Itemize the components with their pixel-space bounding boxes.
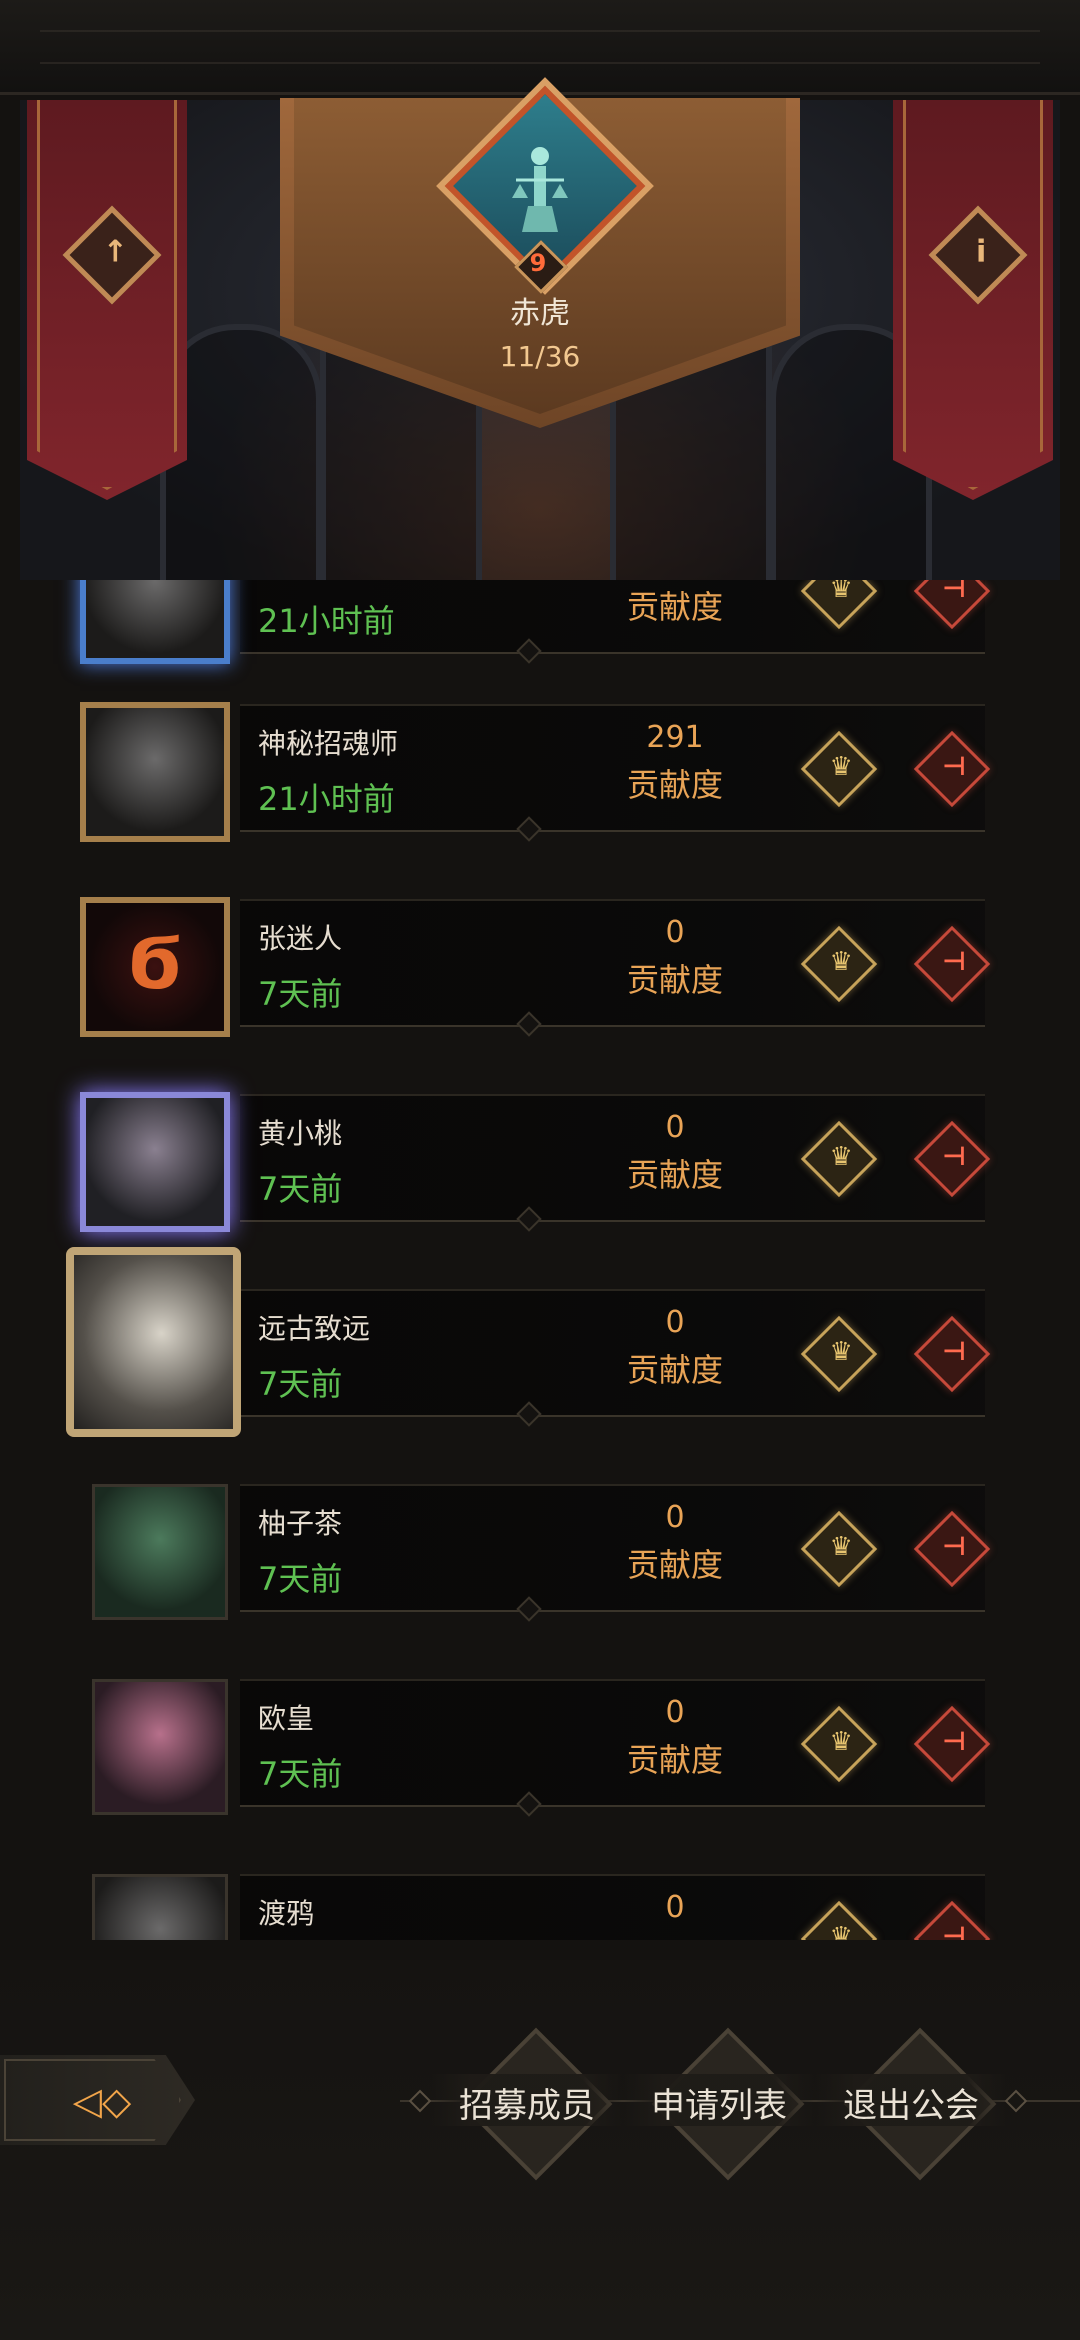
top-frame	[0, 0, 1080, 95]
avatar[interactable]	[92, 1484, 228, 1620]
kick-door-icon: ⊣	[942, 1531, 966, 1562]
right-banner: i	[893, 100, 1053, 500]
member-row[interactable]: 神秘招魂师 21小时前 291 贡献度 ♛ ⊣	[0, 692, 1080, 842]
recruit-members-button[interactable]: 招募成员	[432, 2027, 622, 2181]
contribution-label: 贡献度	[626, 1351, 723, 1389]
arrow-up-icon[interactable]: ↑	[62, 205, 162, 305]
member-name: 远古致远	[258, 1312, 371, 1345]
member-name: 张迷人	[258, 922, 343, 955]
recruit-members-label: 招募成员	[459, 2086, 595, 2126]
kick-door-icon: ⊣	[942, 1141, 966, 1172]
member-last-online: 7天前	[258, 975, 343, 1013]
avatar[interactable]	[92, 1679, 228, 1815]
rune-icon: Ϭ	[128, 923, 182, 1005]
member-name: 渡鸦	[258, 1897, 315, 1930]
contribution-value: 291	[646, 720, 704, 755]
member-last-online: 7天前	[258, 1365, 343, 1403]
guild-level-badge: 9	[514, 240, 568, 294]
member-row[interactable]: 渡鸦 0 ♛ ⊣	[0, 1862, 1080, 1940]
contribution-value: 0	[665, 1305, 685, 1340]
scales-figure-icon	[512, 147, 568, 232]
avatar[interactable]	[92, 1874, 228, 1940]
contribution-value: 0	[665, 1110, 685, 1145]
back-arrow-icon: ◁◇	[72, 2079, 132, 2123]
member-name: 黄小桃	[258, 1117, 343, 1150]
member-list[interactable]: 21小时前 贡献度 ♛ ⊣ 神秘招魂师 21小时前 291 贡献度 ♛ ⊣ Ϭ …	[0, 580, 1080, 1940]
crown-promote-icon: ♛	[829, 1921, 853, 1940]
crown-promote-icon: ♛	[829, 580, 853, 604]
kick-door-icon: ⊣	[942, 580, 966, 604]
avatar[interactable]: Ϭ	[80, 897, 230, 1037]
member-last-online: 7天前	[258, 1170, 343, 1208]
contribution-label: 贡献度	[626, 961, 723, 999]
leave-guild-button[interactable]: 退出公会	[816, 2027, 1006, 2181]
member-name: 柚子茶	[258, 1507, 343, 1540]
contribution-value: 0	[665, 1500, 685, 1535]
contribution-label: 贡献度	[626, 1546, 723, 1584]
member-row[interactable]: 欧皇 7天前 0 贡献度 ♛ ⊣	[0, 1667, 1080, 1817]
kick-door-icon: ⊣	[942, 1921, 966, 1940]
member-row[interactable]: 黄小桃 7天前 0 贡献度 ♛ ⊣	[0, 1082, 1080, 1232]
crown-promote-icon: ♛	[829, 946, 853, 977]
guild-name: 赤虎	[510, 296, 570, 331]
kick-door-icon: ⊣	[942, 1336, 966, 1367]
avatar[interactable]	[80, 580, 230, 664]
member-last-online: 21小时前	[258, 602, 395, 640]
info-icon[interactable]: i	[928, 205, 1028, 305]
crown-promote-icon: ♛	[829, 1531, 853, 1562]
crown-promote-icon: ♛	[829, 1336, 853, 1367]
kick-door-icon: ⊣	[942, 751, 966, 782]
avatar[interactable]	[80, 702, 230, 842]
avatar[interactable]	[66, 1247, 241, 1437]
crown-promote-icon: ♛	[829, 751, 853, 782]
member-name: 欧皇	[258, 1702, 315, 1735]
leave-guild-label: 退出公会	[843, 2086, 979, 2126]
member-name: 神秘招魂师	[258, 727, 399, 760]
contribution-value: 0	[665, 1890, 685, 1925]
crown-promote-icon: ♛	[829, 1141, 853, 1172]
left-banner: ↑	[27, 100, 187, 500]
crown-promote-icon: ♛	[829, 1726, 853, 1757]
avatar[interactable]	[80, 1092, 230, 1232]
kick-door-icon: ⊣	[942, 1726, 966, 1757]
member-row[interactable]: 柚子茶 7天前 0 贡献度 ♛ ⊣	[0, 1472, 1080, 1622]
member-last-online: 7天前	[258, 1560, 343, 1598]
kick-door-icon: ⊣	[942, 946, 966, 977]
member-row[interactable]: 21小时前 贡献度 ♛ ⊣	[0, 580, 1080, 664]
contribution-value: 0	[665, 915, 685, 950]
contribution-label: 贡献度	[626, 766, 723, 804]
application-list-label: 申请列表	[651, 2086, 787, 2126]
contribution-label: 贡献度	[626, 588, 723, 626]
back-button[interactable]: ◁◇	[0, 2055, 195, 2145]
guild-level: 9	[529, 249, 547, 277]
member-row[interactable]: 远古致远 7天前 0 贡献度 ♛ ⊣	[0, 1247, 1080, 1437]
contribution-value: 0	[665, 1695, 685, 1730]
contribution-label: 贡献度	[626, 1156, 723, 1194]
member-row[interactable]: Ϭ 张迷人 7天前 0 贡献度 ♛ ⊣	[0, 887, 1080, 1037]
member-last-online: 21小时前	[258, 780, 395, 818]
application-list-button[interactable]: 申请列表	[624, 2027, 814, 2181]
contribution-label: 贡献度	[626, 1741, 723, 1779]
member-last-online: 7天前	[258, 1755, 343, 1793]
guild-member-count: 11/36	[499, 340, 581, 373]
